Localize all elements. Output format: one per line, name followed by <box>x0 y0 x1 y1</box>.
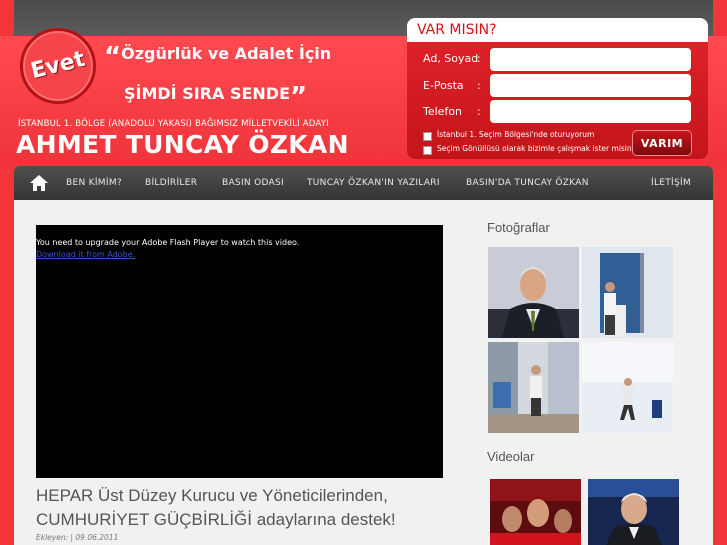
photo-thumb-4[interactable] <box>582 342 673 433</box>
nav-item-contact[interactable]: İLETİŞİM <box>651 178 691 188</box>
resident-checkbox[interactable] <box>423 132 432 141</box>
phone-colon: : <box>477 105 481 118</box>
nav-item-press-room[interactable]: BASIN ODASI <box>222 178 284 188</box>
nav-item-in-press[interactable]: BASIN'DA TUNCAY ÖZKAN <box>466 178 589 188</box>
content-area: You need to upgrade your Adobe Flash Pla… <box>14 200 713 545</box>
video-meta: Ekleyen: | 09.06.2011 <box>36 533 119 542</box>
email-colon: : <box>477 79 481 92</box>
name-label: Ad, Soyad <box>423 52 479 65</box>
name-colon: : <box>477 52 481 65</box>
flash-upgrade-message: You need to upgrade your Adobe Flash Pla… <box>36 238 300 247</box>
form-title: VAR MISIN? <box>417 22 497 38</box>
video-thumb-1[interactable] <box>490 479 581 545</box>
resident-checkbox-label: İstanbul 1. Seçim Bölgesi'nde oturuyorum <box>437 130 595 139</box>
videos-heading: Videolar <box>487 449 535 464</box>
photo-thumb-3[interactable] <box>488 342 579 433</box>
photo-thumb-2[interactable] <box>582 247 673 338</box>
home-icon[interactable] <box>29 173 49 193</box>
email-input[interactable] <box>490 74 691 97</box>
candidate-name: AHMET TUNCAY ÖZKAN <box>16 130 349 159</box>
photos-heading: Fotoğraflar <box>487 220 550 235</box>
nav-item-about[interactable]: BEN KİMİM? <box>66 178 122 188</box>
video-player[interactable]: You need to upgrade your Adobe Flash Pla… <box>36 225 443 478</box>
email-label: E-Posta <box>423 79 464 92</box>
volunteer-checkbox-label: Seçim Gönüllüsü olarak bizimle çalışmak … <box>437 144 642 153</box>
submit-button[interactable]: VARIM <box>633 131 691 155</box>
flash-download-link[interactable]: Download it from Adobe. <box>36 250 135 259</box>
nav-item-articles[interactable]: TUNCAY ÖZKAN'IN YAZILARI <box>307 178 440 188</box>
close-quote: ” <box>290 82 308 112</box>
phone-input[interactable] <box>490 100 691 123</box>
phone-label: Telefon <box>423 105 463 118</box>
volunteer-checkbox[interactable] <box>423 146 432 155</box>
photo-thumb-1[interactable] <box>488 247 579 338</box>
video-title[interactable]: HEPAR Üst Düzey Kurucu ve Yöneticilerind… <box>36 484 446 532</box>
open-quote: “ <box>104 42 122 72</box>
form-title-bar: VAR MISIN? <box>407 18 708 42</box>
video-thumb-2[interactable] <box>588 479 679 545</box>
stamp-text: Evet <box>28 46 88 85</box>
slogan-line-1-text: Özgürlük ve Adalet İçin <box>121 44 332 63</box>
name-input[interactable] <box>490 48 691 71</box>
evet-stamp-logo: Evet <box>20 28 96 104</box>
slogan-line-1: “Özgürlük ve Adalet İçin <box>104 36 332 72</box>
main-nav: BEN KİMİM? BİLDİRİLER BASIN ODASI TUNCAY… <box>14 166 713 200</box>
slogan-line-2-text: ŞİMDİ SIRA SENDE <box>124 84 291 103</box>
slogan-line-2: ŞİMDİ SIRA SENDE” <box>124 76 307 112</box>
nav-item-statements[interactable]: BİLDİRİLER <box>145 178 197 188</box>
candidate-subtitle: İSTANBUL 1. BÖLGE (ANADOLU YAKASI) BAĞIM… <box>18 119 329 129</box>
signup-form: VAR MISIN? Ad, Soyad : E-Posta : Telefon… <box>407 18 708 159</box>
